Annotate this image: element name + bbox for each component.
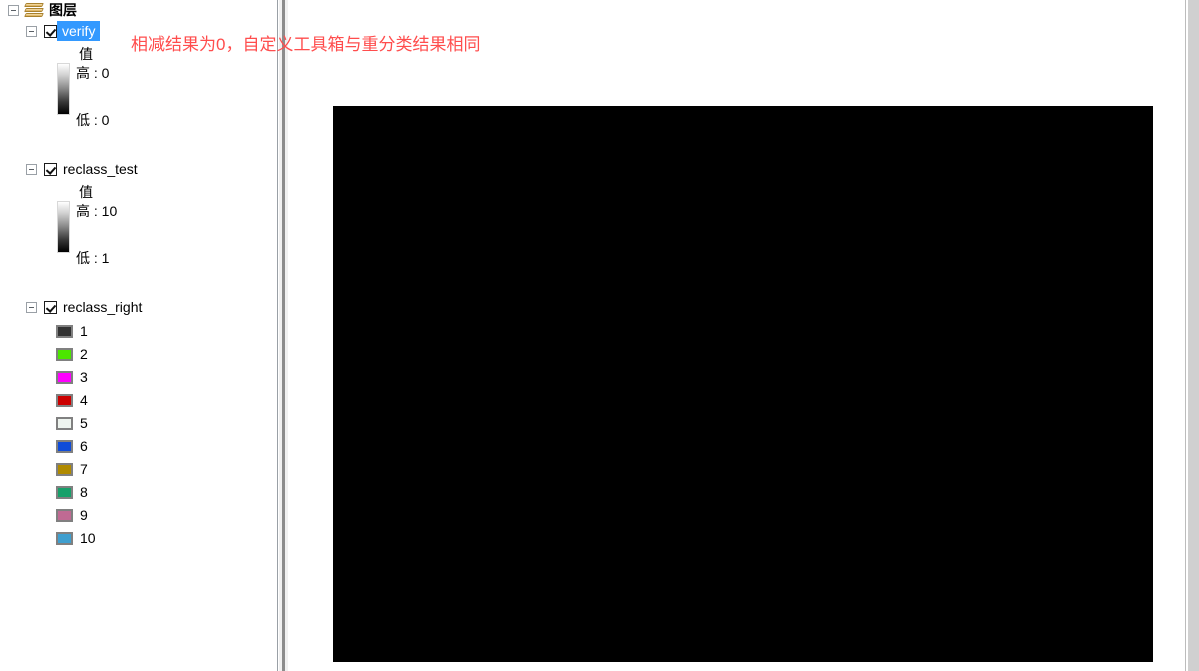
legend-item[interactable]: 8 [56, 483, 88, 501]
legend-swatch[interactable] [56, 485, 73, 499]
toc-tree[interactable]: 图层 verify 值 高 : 0 低 : 0 reclass_test 值 高… [0, 0, 277, 671]
legend-item[interactable]: 3 [56, 368, 88, 386]
tree-node-root[interactable]: 图层 [8, 0, 77, 20]
legend-swatch[interactable] [56, 324, 73, 338]
splitter-grip[interactable] [282, 0, 285, 671]
reclass-test-symbology-heading: 值 [79, 184, 93, 200]
right-gutter-divider [1185, 0, 1186, 671]
reclass-test-color-ramp [57, 201, 70, 253]
verify-low-label: 低 : 0 [76, 112, 110, 128]
tree-node-verify[interactable]: verify [26, 21, 101, 41]
tree-node-reclass-right[interactable]: reclass_right [26, 297, 142, 317]
legend-item[interactable]: 9 [56, 506, 88, 524]
legend-label: 3 [80, 369, 88, 385]
tree-node-reclass-right-label[interactable]: reclass_right [57, 298, 142, 316]
legend-swatch[interactable] [56, 416, 73, 430]
legend-label: 6 [80, 438, 88, 454]
legend-label: 1 [80, 323, 88, 339]
legend-item[interactable]: 6 [56, 437, 88, 455]
legend-label: 4 [80, 392, 88, 408]
expander-reclass-test-icon[interactable] [26, 163, 37, 175]
expander-reclass-right-icon[interactable] [26, 301, 37, 313]
reclass-test-low-label: 低 : 1 [76, 250, 110, 266]
legend-item[interactable]: 7 [56, 460, 88, 478]
checkbox-reclass-test[interactable] [44, 162, 57, 176]
legend-item[interactable]: 1 [56, 322, 88, 340]
legend-item[interactable]: 4 [56, 391, 88, 409]
legend-swatch[interactable] [56, 508, 73, 522]
legend-item[interactable]: 10 [56, 529, 96, 547]
legend-swatch[interactable] [56, 439, 73, 453]
tree-node-verify-label[interactable]: verify [57, 21, 101, 41]
legend-label: 5 [80, 415, 88, 431]
legend-swatch[interactable] [56, 393, 73, 407]
legend-swatch[interactable] [56, 370, 73, 384]
tree-node-root-label: 图层 [49, 2, 77, 18]
legend-label: 7 [80, 461, 88, 477]
legend-swatch[interactable] [56, 531, 73, 545]
expander-verify-icon[interactable] [26, 25, 37, 37]
expander-root-icon[interactable] [8, 4, 19, 16]
verify-symbology-heading: 值 [79, 46, 93, 62]
legend-label: 10 [80, 530, 96, 546]
panel-splitter[interactable] [279, 0, 288, 671]
arcmap-window: 图层 verify 值 高 : 0 低 : 0 reclass_test 值 高… [0, 0, 1199, 671]
tree-node-reclass-test[interactable]: reclass_test [26, 159, 138, 179]
reclass-test-high-label: 高 : 10 [76, 203, 118, 219]
annotation-text: 相减结果为0，自定义工具箱与重分类结果相同 [131, 35, 481, 54]
checkbox-reclass-right[interactable] [44, 300, 57, 314]
raster-layer-display[interactable] [333, 106, 1153, 662]
legend-swatch[interactable] [56, 347, 73, 361]
checkbox-verify[interactable] [44, 24, 57, 38]
table-of-contents-panel[interactable]: 图层 verify 值 高 : 0 低 : 0 reclass_test 值 高… [0, 0, 278, 671]
legend-item[interactable]: 2 [56, 345, 88, 363]
map-data-view[interactable] [288, 0, 1188, 671]
right-gutter [1188, 0, 1199, 671]
legend-label: 8 [80, 484, 88, 500]
verify-high-label: 高 : 0 [76, 65, 110, 81]
tree-node-reclass-test-label[interactable]: reclass_test [57, 160, 138, 178]
legend-swatch[interactable] [56, 462, 73, 476]
layers-icon [24, 2, 44, 18]
verify-color-ramp [57, 63, 70, 115]
legend-item[interactable]: 5 [56, 414, 88, 432]
legend-label: 9 [80, 507, 88, 523]
legend-label: 2 [80, 346, 88, 362]
